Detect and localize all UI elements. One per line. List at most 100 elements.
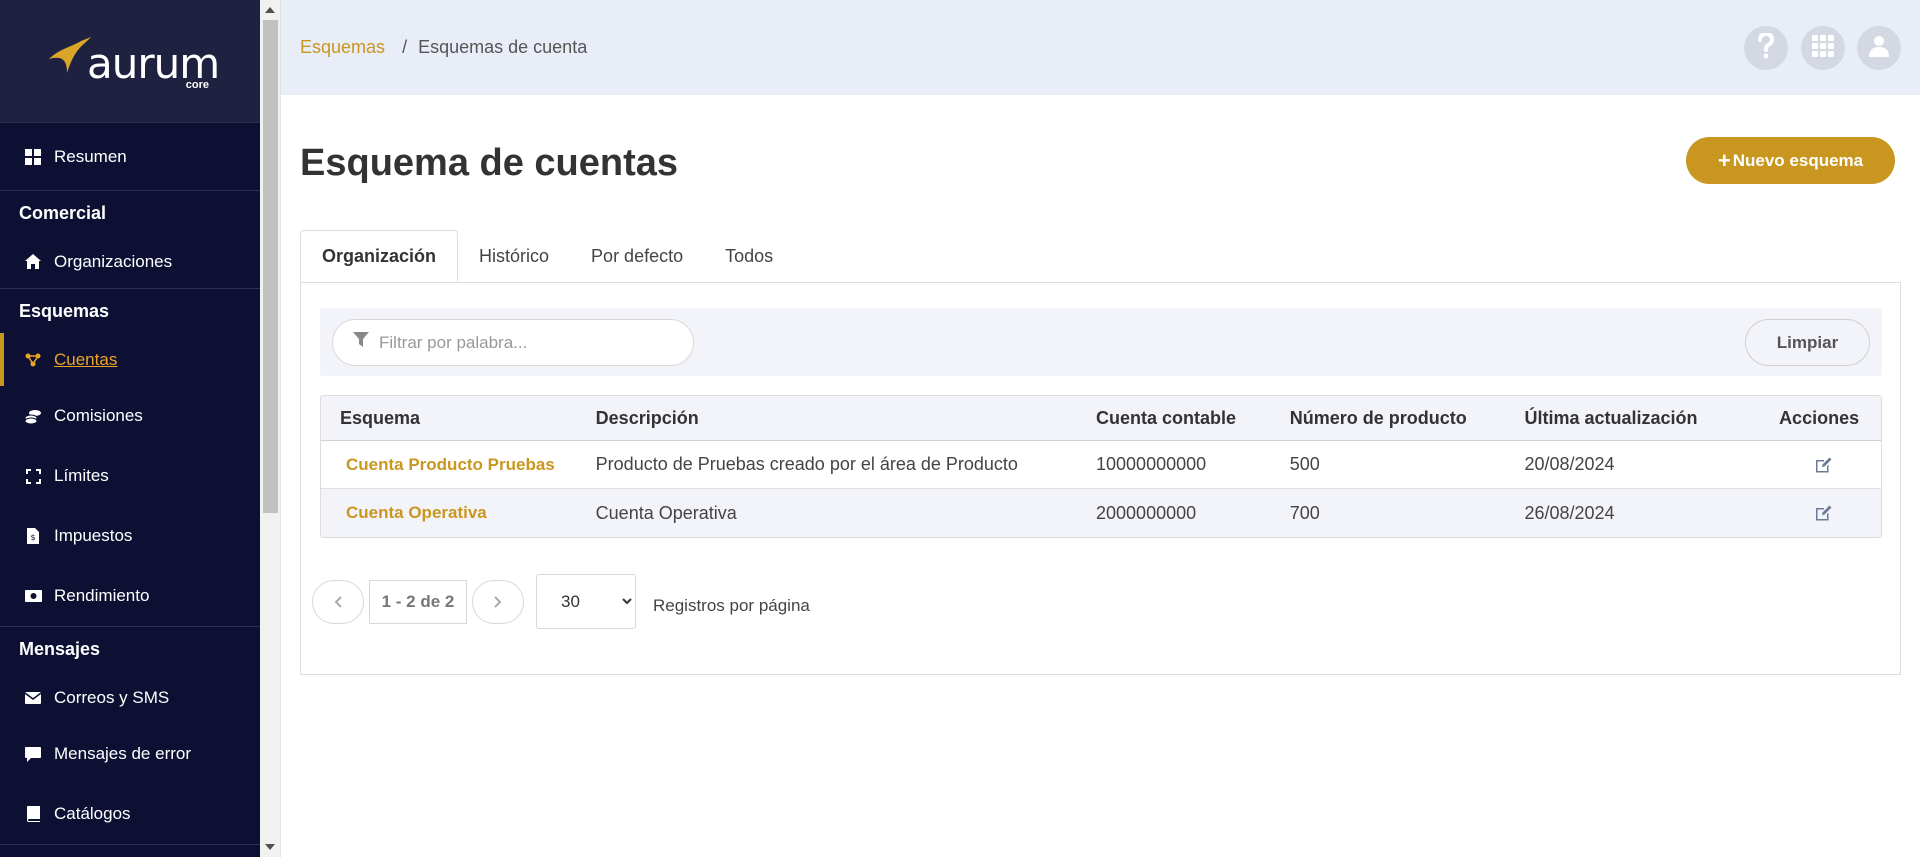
- sidebar-item-impuestos[interactable]: $ Impuestos: [0, 506, 260, 566]
- sidebar-item-mensajes-error[interactable]: Mensajes de error: [0, 724, 260, 784]
- chevron-left-icon: [334, 595, 342, 608]
- home-icon: [22, 251, 44, 273]
- chevron-right-icon: [494, 595, 502, 608]
- edit-icon[interactable]: [1813, 502, 1835, 524]
- table-header-row: Esquema Descripción Cuenta contable Núme…: [321, 396, 1881, 441]
- schemas-table: Esquema Descripción Cuenta contable Núme…: [320, 395, 1882, 538]
- sidebar-item-rendimiento[interactable]: Rendimiento: [0, 566, 260, 626]
- tab-por-defecto[interactable]: Por defecto: [570, 230, 704, 282]
- sidebar-item-label: Comisiones: [54, 406, 143, 425]
- scrollbar-thumb[interactable]: [263, 20, 278, 513]
- brand-sub: core: [185, 79, 209, 91]
- last-updated: 26/08/2024: [1524, 502, 1615, 523]
- schema-link[interactable]: Cuenta Operativa: [321, 503, 596, 523]
- previous-page-button[interactable]: [312, 579, 364, 624]
- row-actions: [1757, 502, 1881, 524]
- sidebar-item-label: Catálogos: [54, 804, 131, 823]
- envelope-icon: [22, 687, 44, 709]
- schema-link[interactable]: Cuenta Producto Pruebas: [321, 455, 596, 475]
- column-header-acciones: Acciones: [1779, 407, 1860, 428]
- sidebar-item-cuentas[interactable]: Cuentas: [0, 333, 260, 386]
- product-number: 700: [1289, 502, 1320, 523]
- filter-bar: Limpiar: [320, 308, 1882, 376]
- account-number: 10000000000: [1096, 454, 1207, 474]
- sidebar-item-catalogos[interactable]: Catálogos: [0, 784, 260, 844]
- logo-area: aurum core: [0, 0, 260, 123]
- edit-icon[interactable]: [1813, 454, 1835, 476]
- sidebar: aurum core Resumen Comercial Organizacio…: [0, 0, 260, 857]
- breadcrumb: Esquemas / Esquemas de cuenta: [300, 37, 587, 58]
- sidebar-item-label: Resumen: [54, 146, 127, 166]
- plus-icon: +: [1717, 147, 1731, 173]
- sidebar-item-label: Correos y SMS: [54, 687, 170, 707]
- scroll-down-arrow-icon[interactable]: [265, 844, 275, 850]
- column-header-descripcion[interactable]: Descripción: [596, 408, 1096, 429]
- sidebar-item-label: Rendimiento: [54, 586, 150, 605]
- help-icon: [1757, 31, 1775, 64]
- column-header-esquema[interactable]: Esquema: [321, 408, 596, 429]
- scroll-up-arrow-icon[interactable]: [265, 7, 275, 13]
- apps-button[interactable]: [1801, 26, 1845, 70]
- new-schema-button[interactable]: + Nuevo esquema: [1686, 137, 1895, 184]
- column-header-ultima-actualizacion[interactable]: Última actualización: [1524, 408, 1757, 429]
- brand-logo[interactable]: aurum core: [45, 31, 220, 91]
- breadcrumb-current: Esquemas de cuenta: [418, 37, 588, 57]
- sidebar-item-label: Organizaciones: [54, 251, 173, 271]
- money-bill-icon: [22, 585, 44, 607]
- help-button[interactable]: [1744, 26, 1788, 70]
- expand-icon: [22, 465, 44, 487]
- section-title-esquemas: Esquemas: [0, 288, 260, 333]
- section-title-mensajes: Mensajes: [0, 626, 260, 671]
- tab-organizacion[interactable]: Organización: [300, 230, 459, 282]
- sidebar-item-label: Impuestos: [54, 526, 133, 545]
- sidebar-scrollbar[interactable]: [260, 0, 281, 857]
- breadcrumb-link-esquemas[interactable]: Esquemas: [300, 37, 385, 57]
- filter-icon: [353, 332, 369, 353]
- sidebar-item-label: Cuentas: [54, 349, 118, 369]
- per-page-select[interactable]: 10 30 50: [536, 574, 636, 629]
- table-row: Cuenta Operativa Cuenta Operativa 200000…: [321, 489, 1881, 537]
- sidebar-item-resumen[interactable]: Resumen: [0, 123, 260, 190]
- file-invoice-icon: $: [22, 525, 44, 547]
- user-menu-button[interactable]: [1857, 26, 1901, 70]
- sidebar-item-limites[interactable]: Límites: [0, 446, 260, 506]
- pagination: 1 - 2 de 2 10 30 50 Registros por página: [312, 574, 810, 629]
- clear-button[interactable]: Limpiar: [1745, 319, 1870, 366]
- tab-historico[interactable]: Histórico: [458, 230, 570, 282]
- tabs: Organización Histórico Por defecto Todos: [300, 230, 794, 282]
- sidebar-item-label: Mensajes de error: [54, 744, 192, 763]
- section-title-analisis: Análisis: [0, 844, 260, 857]
- account-number: 2000000000: [1096, 502, 1197, 523]
- next-page-button[interactable]: [472, 579, 524, 624]
- comment-icon: [22, 743, 44, 765]
- section-title-comercial: Comercial: [0, 190, 260, 235]
- per-page-label: Registros por página: [653, 595, 810, 615]
- column-header-cuenta-contable[interactable]: Cuenta contable: [1096, 408, 1290, 429]
- top-header: Esquemas / Esquemas de cuenta: [281, 0, 1920, 95]
- dashboard-icon: [22, 146, 44, 168]
- breadcrumb-separator: /: [402, 37, 408, 57]
- sidebar-item-correos[interactable]: Correos y SMS: [0, 671, 260, 724]
- last-updated: 20/08/2024: [1524, 454, 1615, 474]
- schema-description: Cuenta Operativa: [595, 502, 737, 523]
- tab-todos[interactable]: Todos: [704, 230, 794, 282]
- sidebar-item-comisiones[interactable]: Comisiones: [0, 386, 260, 446]
- page-title: Esquema de cuentas: [300, 142, 679, 184]
- filter-field[interactable]: [332, 319, 694, 366]
- product-number: 500: [1289, 454, 1320, 474]
- sidebar-item-label: Límites: [54, 466, 109, 485]
- tab-panel: Limpiar Esquema Descripción Cuenta conta…: [300, 282, 1901, 675]
- user-icon: [1869, 35, 1889, 62]
- page-info: 1 - 2 de 2: [369, 579, 467, 624]
- row-actions: [1757, 454, 1881, 476]
- filter-input[interactable]: [379, 332, 669, 353]
- apps-grid-icon: [1812, 34, 1834, 62]
- table-row: Cuenta Producto Pruebas Producto de Prue…: [321, 441, 1881, 489]
- sidebar-item-organizaciones[interactable]: Organizaciones: [0, 235, 260, 288]
- svg-text:$: $: [30, 533, 35, 542]
- book-icon: [22, 803, 44, 825]
- new-schema-button-label: Nuevo esquema: [1732, 150, 1864, 170]
- network-icon: [22, 349, 44, 371]
- column-header-numero-producto[interactable]: Número de producto: [1290, 408, 1525, 429]
- coins-icon: [22, 405, 44, 427]
